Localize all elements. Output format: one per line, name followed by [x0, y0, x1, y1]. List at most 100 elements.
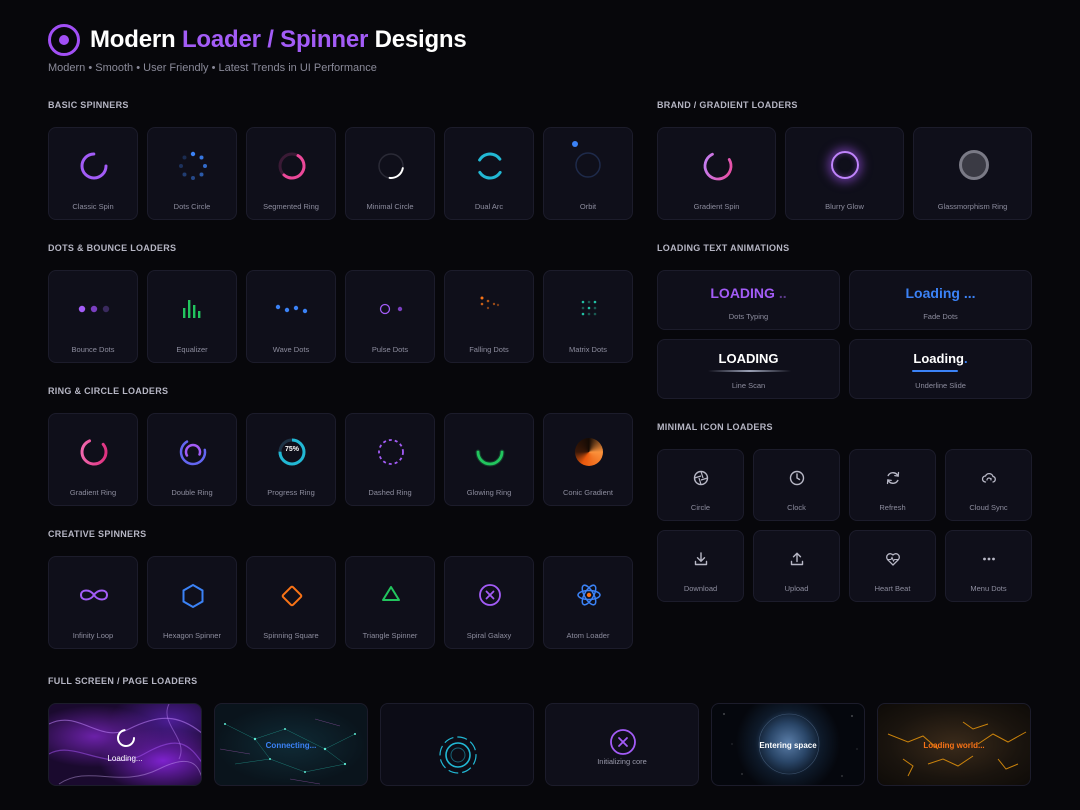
card-label: Heart Beat — [874, 584, 911, 593]
loader-card-bounce-dots[interactable]: Bounce Dots — [48, 270, 138, 363]
loader-card-segmented-ring[interactable]: Segmented Ring — [246, 127, 336, 220]
loader-card-glassmorphism-ring[interactable]: Glassmorphism Ring — [913, 127, 1032, 220]
loader-card-matrix-dots[interactable]: Matrix Dots — [543, 270, 633, 363]
loader-card-dashed-ring[interactable]: Dashed Ring — [345, 413, 435, 506]
loading-text: LOADING .. — [710, 285, 787, 301]
loader-card-dual-arc[interactable]: Dual Arc — [444, 127, 534, 220]
loader-card-classic-spin[interactable]: Classic Spin — [48, 127, 138, 220]
icon-loader-heart-beat[interactable]: Heart Beat — [849, 530, 936, 602]
blurry-glow-icon — [831, 151, 859, 179]
section-creative-spinners: CREATIVE SPINNERS — [48, 529, 147, 539]
card-label: Conic Gradient — [562, 488, 614, 497]
loader-card-wave-dots[interactable]: Wave Dots — [246, 270, 336, 363]
fullscreen-loader-initializing[interactable]: Initializing core — [545, 703, 699, 786]
section-brand-loaders: BRAND / GRADIENT LOADERS — [657, 100, 798, 110]
card-label: Fade Dots — [923, 312, 958, 321]
loading-text: LOADING — [718, 351, 779, 366]
fullscreen-loader-network[interactable]: Connecting... — [214, 703, 368, 786]
loader-card-hexagon-spinner[interactable]: Hexagon Spinner — [147, 556, 237, 649]
icon-loader-cloud-sync[interactable]: Cloud Sync — [945, 449, 1032, 521]
icon-loader-download[interactable]: Download — [657, 530, 744, 602]
icon-loader-upload[interactable]: Upload — [753, 530, 840, 602]
icon-loader-refresh[interactable]: Refresh — [849, 449, 936, 521]
segmented-ring-icon — [278, 152, 306, 180]
card-label: Atom Loader — [566, 631, 610, 640]
text-loader-line-scan[interactable]: LOADING Line Scan — [657, 339, 840, 399]
double-ring-icon — [179, 438, 207, 466]
spinning-square-icon — [281, 585, 303, 607]
underline-bar — [912, 370, 958, 372]
dual-arc-icon — [476, 152, 504, 180]
card-label: Wave Dots — [272, 345, 310, 354]
loader-card-gradient-ring[interactable]: Gradient Ring — [48, 413, 138, 506]
fullscreen-loader-text: Loading... — [107, 754, 143, 763]
icon-loader-circle[interactable]: Circle — [657, 449, 744, 521]
loader-card-spiral-galaxy[interactable]: Spiral Galaxy — [444, 556, 534, 649]
card-label: Spiral Galaxy — [466, 631, 512, 640]
matrix-dots-icon — [581, 300, 597, 316]
loader-card-falling-dots[interactable]: Falling Dots — [444, 270, 534, 363]
loader-card-dots-circle[interactable]: Dots Circle — [147, 127, 237, 220]
fullscreen-loader-text: Entering space — [759, 741, 817, 750]
fullscreen-loader-text: Initializing core — [597, 757, 647, 766]
card-label: Dots Typing — [728, 312, 769, 321]
scan-line — [708, 370, 791, 372]
text-loader-underline-slide[interactable]: Loading. Underline Slide — [849, 339, 1032, 399]
page-title: Modern Loader / Spinner Designs — [90, 26, 467, 53]
progress-value: 75% — [284, 446, 299, 453]
card-label: Refresh — [879, 503, 906, 512]
card-label: Dual Arc — [474, 202, 504, 211]
fullscreen-loader-purple-waves[interactable]: Loading... — [48, 703, 202, 786]
glassmorphism-ring-icon — [959, 150, 989, 180]
card-label: Underline Slide — [915, 381, 966, 390]
loader-card-triangle-spinner[interactable]: Triangle Spinner — [345, 556, 435, 649]
fullscreen-loader-space[interactable]: Entering space — [711, 703, 865, 786]
dots-circle-icon — [179, 151, 207, 180]
card-label: Hexagon Spinner — [163, 631, 221, 640]
icon-loader-menu-dots[interactable]: Menu Dots — [945, 530, 1032, 602]
loader-card-spinning-square[interactable]: Spinning Square — [246, 556, 336, 649]
card-label: Orbit — [579, 202, 597, 211]
download-icon — [694, 552, 708, 566]
text-loader-fade-dots[interactable]: Loading ... Fade Dots — [849, 270, 1032, 330]
loader-card-gradient-spin[interactable]: Gradient Spin — [657, 127, 776, 220]
icon-loader-clock[interactable]: Clock — [753, 449, 840, 521]
glowing-ring-icon — [475, 449, 505, 467]
card-label: Double Ring — [171, 488, 213, 497]
atom-icon — [577, 584, 601, 606]
card-label: Menu Dots — [970, 584, 1007, 593]
conic-gradient-icon — [575, 438, 603, 466]
loader-card-double-ring[interactable]: Double Ring — [147, 413, 237, 506]
loader-card-blurry-glow[interactable]: Blurry Glow — [785, 127, 904, 220]
card-label: Cloud Sync — [969, 503, 1008, 512]
loader-card-conic-gradient[interactable]: Conic Gradient — [543, 413, 633, 506]
loader-card-infinity-loop[interactable]: Infinity Loop — [48, 556, 138, 649]
card-label: Gradient Spin — [693, 202, 740, 211]
loader-card-minimal-circle[interactable]: Minimal Circle — [345, 127, 435, 220]
fullscreen-loader-text: Loading world... — [923, 741, 985, 750]
loader-card-progress-ring[interactable]: 75% Progress Ring — [246, 413, 336, 506]
section-fullscreen-loaders: FULL SCREEN / PAGE LOADERS — [48, 676, 198, 686]
loader-card-orbit[interactable]: Orbit — [543, 127, 633, 220]
wave-dots-icon — [275, 304, 308, 314]
text-loader-dots-typing[interactable]: LOADING .. Dots Typing — [657, 270, 840, 330]
section-basic-spinners: BASIC SPINNERS — [48, 100, 129, 110]
aperture-icon — [693, 470, 709, 486]
falling-dots-icon — [480, 296, 500, 310]
card-label: Clock — [787, 503, 806, 512]
card-label: Classic Spin — [72, 202, 114, 211]
card-label: Pulse Dots — [371, 345, 409, 354]
card-label: Spinning Square — [263, 631, 319, 640]
loader-card-glowing-ring[interactable]: Glowing Ring — [444, 413, 534, 506]
loader-card-atom-loader[interactable]: Atom Loader — [543, 556, 633, 649]
card-label: Gradient Ring — [69, 488, 117, 497]
gradient-spin-icon — [703, 151, 733, 181]
loader-card-equalizer[interactable]: Equalizer — [147, 270, 237, 363]
fullscreen-loader-text: Connecting... — [265, 741, 317, 750]
core-icon — [610, 729, 636, 755]
fullscreen-loader-world[interactable]: Loading world... — [877, 703, 1031, 786]
fullscreen-loader-radar[interactable] — [380, 703, 534, 786]
loader-card-pulse-dots[interactable]: Pulse Dots — [345, 270, 435, 363]
loading-text: Loading. — [913, 351, 968, 366]
page-subtitle: Modern • Smooth • User Friendly • Latest… — [48, 62, 377, 74]
